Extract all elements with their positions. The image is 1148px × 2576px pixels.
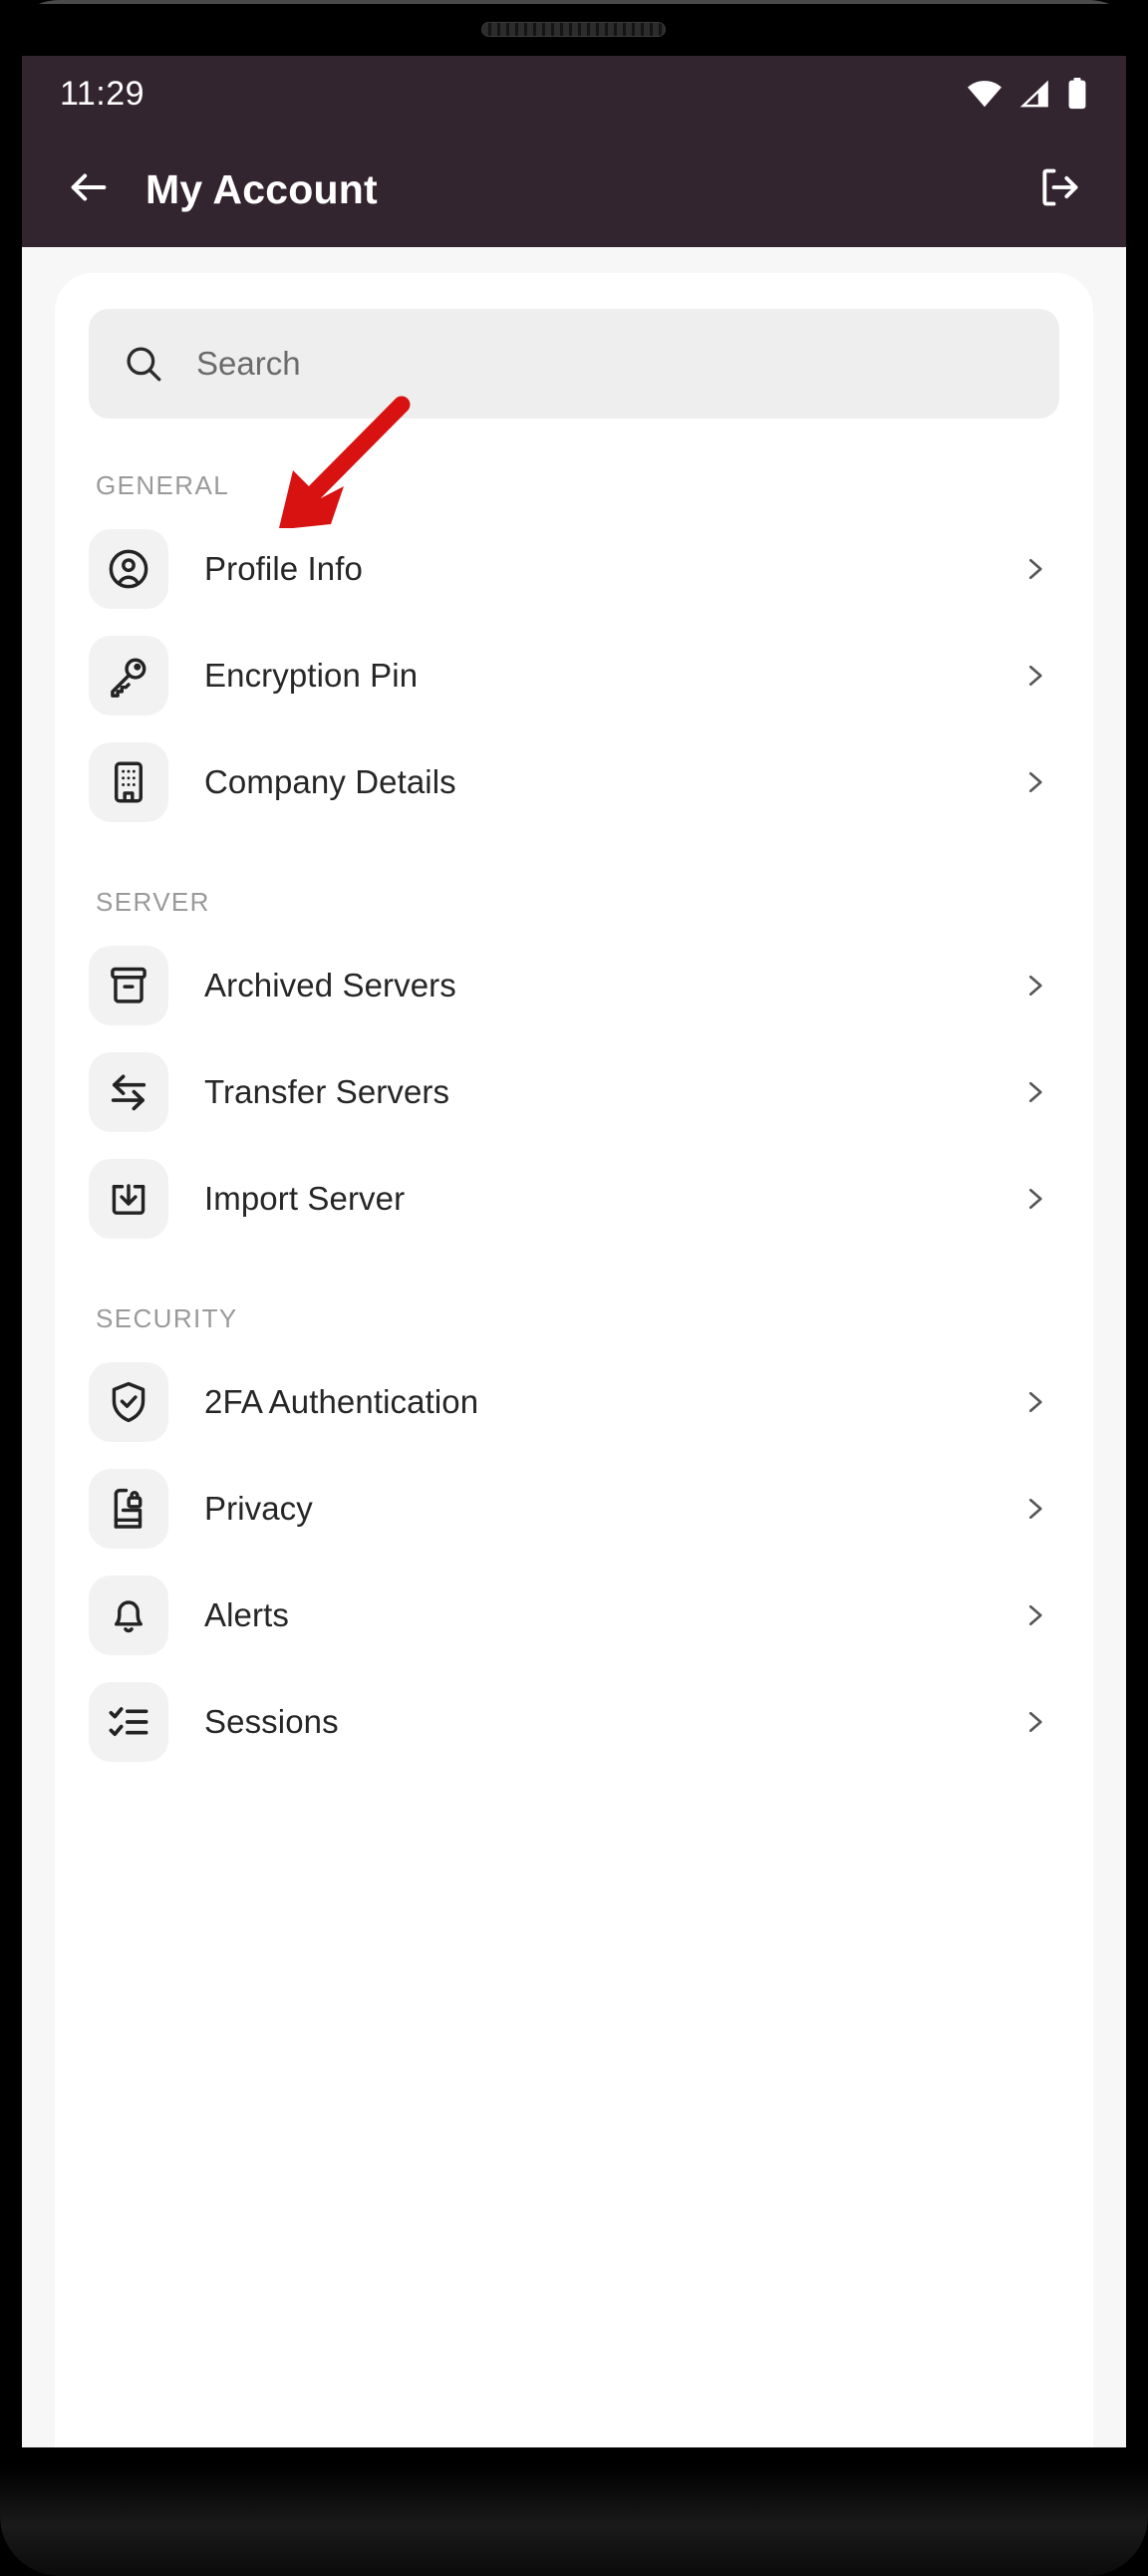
settings-card: Search GENERAL Profile Info Encryption P… — [55, 273, 1093, 2447]
chevron-right-icon — [1019, 661, 1059, 691]
status-bar-icons — [967, 78, 1088, 110]
logout-icon — [1037, 165, 1081, 214]
chevron-right-icon — [1019, 1184, 1059, 1214]
chevron-right-icon — [1019, 1387, 1059, 1417]
import-download-icon — [89, 1158, 168, 1239]
status-bar-clock: 11:29 — [60, 74, 145, 113]
bell-icon — [89, 1574, 168, 1655]
chevron-right-icon — [1019, 1707, 1059, 1737]
section-header-general: GENERAL — [96, 470, 230, 500]
chevron-right-icon — [1019, 971, 1059, 1001]
battery-icon — [1066, 78, 1088, 110]
status-bar: 11:29 — [22, 56, 1126, 132]
settings-row-label: Transfer Servers — [204, 1072, 450, 1110]
settings-content: Search GENERAL Profile Info Encryption P… — [22, 247, 1126, 2447]
settings-row-label: Company Details — [204, 762, 456, 800]
settings-row-label: Archived Servers — [204, 966, 456, 1003]
settings-row-label: Privacy — [204, 1489, 313, 1527]
arrow-left-icon — [66, 164, 112, 215]
app-header: My Account — [22, 132, 1126, 247]
phone-screen: 11:29 My Account Search GENERAL Profile … — [22, 56, 1126, 2447]
chevron-right-icon — [1019, 767, 1059, 797]
chevron-right-icon — [1019, 1600, 1059, 1630]
section-header-server: SERVER — [96, 887, 210, 917]
settings-row-encryption-pin[interactable]: Encryption Pin — [89, 622, 1059, 728]
wifi-icon — [967, 80, 1003, 108]
settings-row-archived-servers[interactable]: Archived Servers — [89, 932, 1059, 1038]
device-bottom-rim — [0, 2466, 1148, 2576]
search-input[interactable]: Search — [89, 309, 1059, 419]
settings-row-company-details[interactable]: Company Details — [89, 728, 1059, 835]
page-title: My Account — [145, 165, 378, 212]
settings-row-sessions[interactable]: Sessions — [89, 1668, 1059, 1775]
chevron-right-icon — [1019, 554, 1059, 584]
building-icon — [89, 741, 168, 822]
book-lock-icon — [89, 1468, 168, 1549]
device-top-rim — [0, 0, 1148, 4]
search-placeholder: Search — [196, 345, 301, 382]
earpiece-speaker-grille — [481, 22, 666, 37]
checklist-icon — [89, 1681, 168, 1762]
settings-row-label: Sessions — [204, 1702, 339, 1740]
section-header-security: SECURITY — [96, 1303, 238, 1333]
settings-row-label: Import Server — [204, 1179, 406, 1217]
settings-row-transfer-servers[interactable]: Transfer Servers — [89, 1038, 1059, 1145]
chevron-right-icon — [1019, 1077, 1059, 1107]
shield-check-icon — [89, 1361, 168, 1442]
logout-button[interactable] — [1030, 160, 1088, 218]
user-circle-icon — [89, 528, 168, 609]
settings-row-label: Profile Info — [204, 549, 363, 587]
phone-device-frame: 11:29 My Account Search GENERAL Profile … — [0, 0, 1148, 2576]
transfer-arrows-icon — [89, 1051, 168, 1132]
settings-row-import-server[interactable]: Import Server — [89, 1145, 1059, 1252]
settings-row-label: 2FA Authentication — [204, 1382, 479, 1420]
settings-row-privacy[interactable]: Privacy — [89, 1455, 1059, 1562]
settings-row-label: Alerts — [204, 1595, 289, 1633]
settings-row-label: Encryption Pin — [204, 656, 419, 694]
chevron-right-icon — [1019, 1494, 1059, 1524]
search-icon — [123, 343, 164, 385]
back-button[interactable] — [60, 160, 118, 218]
archive-box-icon — [89, 945, 168, 1025]
settings-row-2fa-authentication[interactable]: 2FA Authentication — [89, 1348, 1059, 1455]
settings-row-alerts[interactable]: Alerts — [89, 1562, 1059, 1668]
key-icon — [89, 635, 168, 716]
settings-row-profile-info[interactable]: Profile Info — [89, 515, 1059, 622]
cellular-signal-icon — [1018, 79, 1050, 109]
